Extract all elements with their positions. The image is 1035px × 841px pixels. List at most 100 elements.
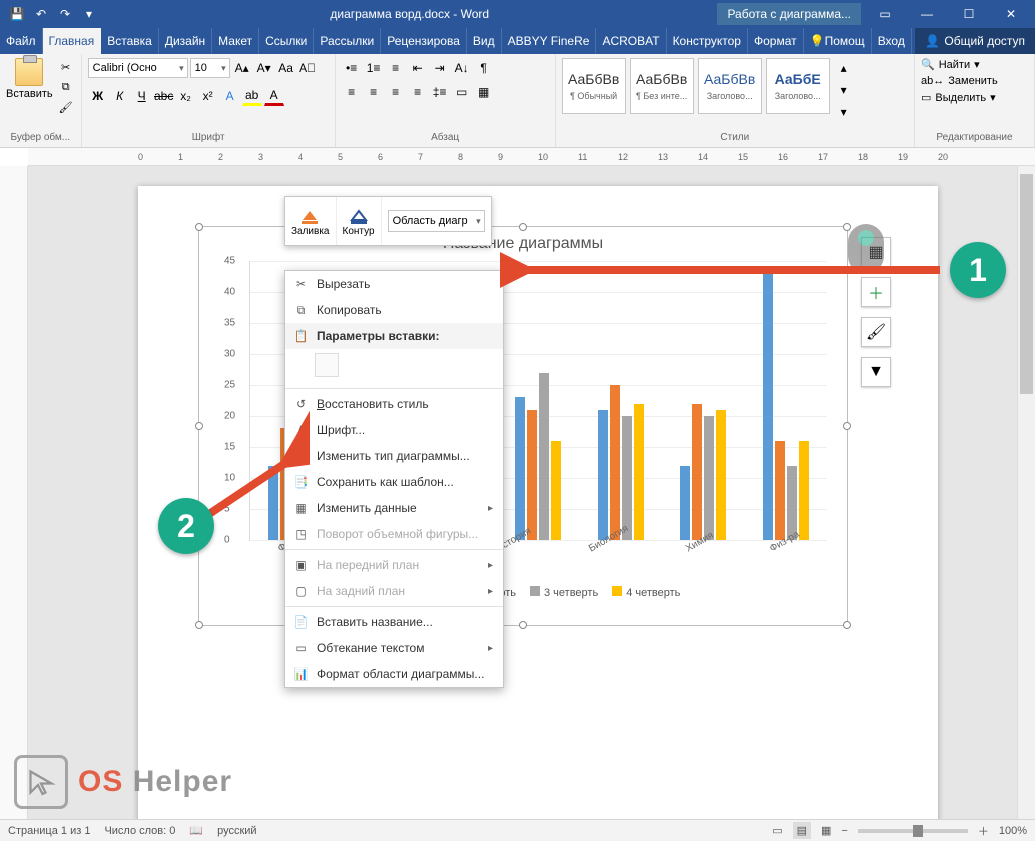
styles-more-icon[interactable]: ▾ <box>834 102 854 122</box>
tab-mailings[interactable]: Рассылки <box>314 28 381 54</box>
line-spacing-icon[interactable]: ‡≡ <box>430 82 450 102</box>
redo-icon[interactable]: ↷ <box>56 5 74 23</box>
change-case-icon[interactable]: Aa <box>276 58 296 78</box>
tab-review[interactable]: Рецензирова <box>381 28 467 54</box>
cut-icon[interactable]: ✂ <box>57 58 75 76</box>
strike-button[interactable]: abc <box>154 86 174 106</box>
paste-button[interactable]: Вставить <box>6 58 53 100</box>
view-read-icon[interactable]: ▭ <box>772 824 782 837</box>
highlight-icon[interactable]: ab <box>242 86 262 106</box>
font-name-combo[interactable]: Calibri (Осно <box>88 58 188 78</box>
styles-scroll-down-icon[interactable]: ▾ <box>834 80 854 100</box>
zoom-level[interactable]: 100% <box>999 825 1027 837</box>
zoom-in-icon[interactable]: ＋ <box>978 823 989 839</box>
tab-layout[interactable]: Макет <box>212 28 259 54</box>
tab-abbyy[interactable]: ABBYY FineRe <box>502 28 597 54</box>
tab-home[interactable]: Главная <box>43 28 102 54</box>
minimize-icon[interactable]: ― <box>907 0 947 28</box>
resize-handle[interactable] <box>519 223 527 231</box>
font-size-combo[interactable]: 10 <box>190 58 230 78</box>
menu-cut[interactable]: ✂Вырезать <box>285 271 503 297</box>
borders-icon[interactable]: ▦ <box>474 82 494 102</box>
menu-copy[interactable]: ⧉Копировать <box>285 297 503 323</box>
page[interactable]: Название диаграммы 051015202530354045 Фи… <box>138 186 938 819</box>
replace-button[interactable]: ab↔ Заменить <box>921 75 998 87</box>
increase-indent-icon[interactable]: ⇥ <box>430 58 450 78</box>
maximize-icon[interactable]: ☐ <box>949 0 989 28</box>
chart-styles-icon[interactable]: 🖌 <box>861 317 891 347</box>
tab-acrobat[interactable]: ACROBAT <box>596 28 666 54</box>
save-icon[interactable]: 💾 <box>8 5 26 23</box>
clear-format-icon[interactable]: A⃠ <box>298 58 318 78</box>
resize-handle[interactable] <box>843 621 851 629</box>
tab-file[interactable]: Файл <box>0 28 43 54</box>
ribbon-display-icon[interactable]: ▭ <box>865 0 905 28</box>
menu-save-template[interactable]: 📑Сохранить как шаблон... <box>285 469 503 495</box>
menu-format-chart-area[interactable]: 📊Формат области диаграммы... <box>285 661 503 687</box>
status-language[interactable]: русский <box>217 825 256 837</box>
chart-elements-icon[interactable]: ＋ <box>861 277 891 307</box>
scrollbar-thumb[interactable] <box>1020 174 1033 394</box>
status-spellcheck-icon[interactable]: 📖 <box>189 824 203 837</box>
resize-handle[interactable] <box>519 621 527 629</box>
close-icon[interactable]: ✕ <box>991 0 1031 28</box>
superscript-button[interactable]: x² <box>198 86 218 106</box>
grow-font-icon[interactable]: A▴ <box>232 58 252 78</box>
chart-filter-icon[interactable]: ▼ <box>861 357 891 387</box>
signin-link[interactable]: Вход <box>872 28 912 54</box>
status-page[interactable]: Страница 1 из 1 <box>8 825 90 837</box>
horizontal-ruler[interactable]: 01234567891011121314151617181920 <box>28 148 1035 166</box>
menu-text-wrap[interactable]: ▭Обтекание текстом▸ <box>285 635 503 661</box>
vertical-scrollbar[interactable] <box>1017 166 1035 819</box>
status-word-count[interactable]: Число слов: 0 <box>104 825 175 837</box>
justify-icon[interactable]: ≡ <box>408 82 428 102</box>
bullets-icon[interactable]: •≡ <box>342 58 362 78</box>
shading-icon[interactable]: ▭ <box>452 82 472 102</box>
resize-handle[interactable] <box>843 223 851 231</box>
menu-reset-style[interactable]: ↺Восстановить стиль <box>285 391 503 417</box>
menu-change-chart-type[interactable]: 📊Изменить тип диаграммы... <box>285 443 503 469</box>
vertical-ruler[interactable] <box>0 166 28 819</box>
qat-customize-icon[interactable]: ▾ <box>80 5 98 23</box>
view-print-icon[interactable]: ▤ <box>793 822 811 839</box>
select-button[interactable]: ▭ Выделить ▾ <box>921 91 996 104</box>
view-web-icon[interactable]: ▦ <box>821 824 831 837</box>
align-center-icon[interactable]: ≡ <box>364 82 384 102</box>
zoom-slider[interactable] <box>858 829 968 833</box>
shrink-font-icon[interactable]: A▾ <box>254 58 274 78</box>
style-heading2[interactable]: АаБбЕЗаголово... <box>766 58 830 114</box>
paste-option-icon[interactable] <box>315 353 339 377</box>
menu-insert-caption[interactable]: 📄Вставить название... <box>285 609 503 635</box>
tab-design[interactable]: Дизайн <box>159 28 212 54</box>
style-nospacing[interactable]: АаБбВв¶ Без инте... <box>630 58 694 114</box>
menu-edit-data[interactable]: ▦Изменить данные▸ <box>285 495 503 521</box>
chart-area-combo[interactable]: Область диагр <box>388 210 485 232</box>
tab-references[interactable]: Ссылки <box>259 28 314 54</box>
tab-insert[interactable]: Вставка <box>101 28 159 54</box>
decrease-indent-icon[interactable]: ⇤ <box>408 58 428 78</box>
font-color-icon[interactable]: A <box>264 86 284 106</box>
chart-tools-tab[interactable]: Работа с диаграмма... <box>717 3 861 25</box>
style-normal[interactable]: АаБбВв¶ Обычный <box>562 58 626 114</box>
resize-handle[interactable] <box>195 422 203 430</box>
menu-font[interactable]: AШрифт... <box>285 417 503 443</box>
align-left-icon[interactable]: ≡ <box>342 82 362 102</box>
tab-tellme[interactable]: 💡 Помощ <box>804 28 872 54</box>
subscript-button[interactable]: x₂ <box>176 86 196 106</box>
styles-scroll-up-icon[interactable]: ▴ <box>834 58 854 78</box>
bold-button[interactable]: Ж <box>88 86 108 106</box>
outline-button[interactable]: Контур <box>337 197 382 245</box>
format-painter-icon[interactable]: 🖌 <box>57 98 75 116</box>
text-effects-icon[interactable]: A <box>220 86 240 106</box>
resize-handle[interactable] <box>195 621 203 629</box>
zoom-out-icon[interactable]: − <box>841 825 847 837</box>
multilevel-icon[interactable]: ≡ <box>386 58 406 78</box>
numbering-icon[interactable]: 1≡ <box>364 58 384 78</box>
resize-handle[interactable] <box>843 422 851 430</box>
tab-format[interactable]: Формат <box>748 28 804 54</box>
copy-icon[interactable]: ⧉ <box>57 78 75 96</box>
sort-icon[interactable]: A↓ <box>452 58 472 78</box>
show-marks-icon[interactable]: ¶ <box>474 58 494 78</box>
italic-button[interactable]: К <box>110 86 130 106</box>
align-right-icon[interactable]: ≡ <box>386 82 406 102</box>
